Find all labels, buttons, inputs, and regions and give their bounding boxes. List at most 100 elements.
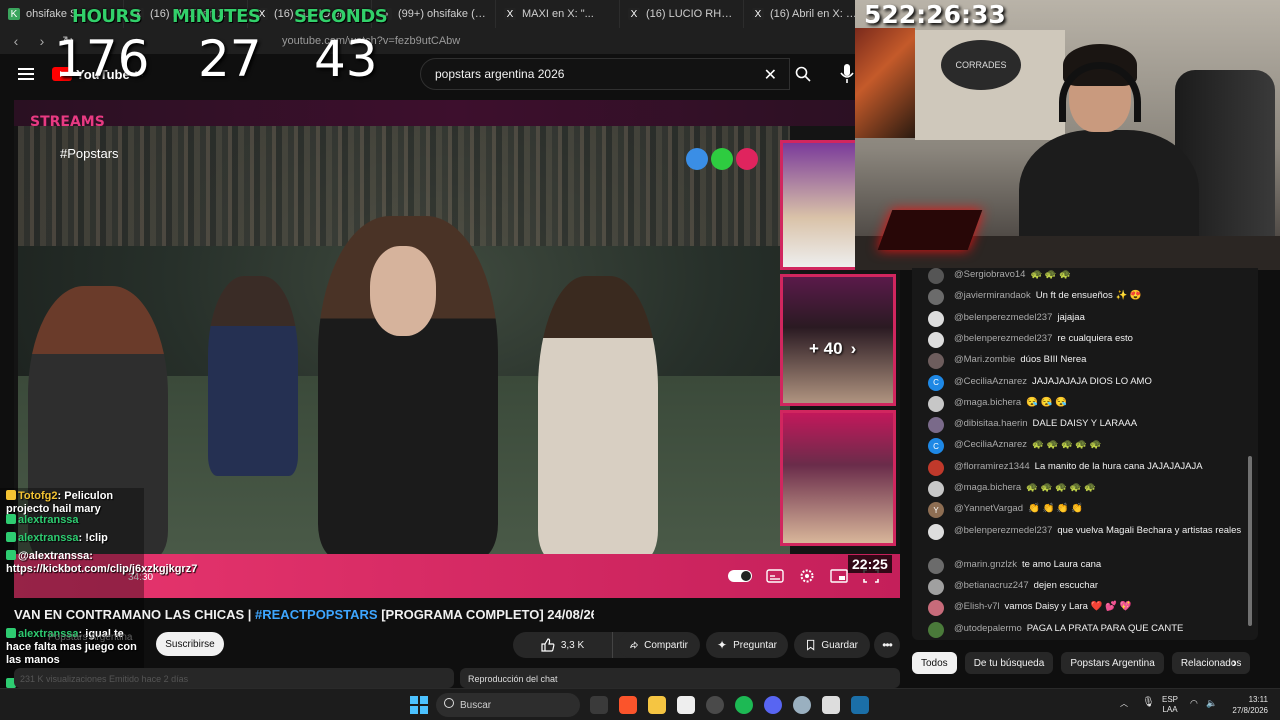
chat-text: La manito de la hura cana JAJAJAJAJA <box>1034 460 1203 472</box>
chat-avatar[interactable] <box>928 481 944 497</box>
chat-text: 😪 😪 😪 <box>1026 396 1067 408</box>
chat-author[interactable]: @belenperezmedel237 <box>954 312 1052 323</box>
minutes-label: MINUTES <box>172 6 261 27</box>
chat-message-body: @florramirez1344 La manito de la hura can… <box>954 460 1203 473</box>
filter-chip[interactable]: Todos <box>912 652 957 674</box>
chat-author[interactable]: @belenperezmedel237 <box>954 333 1052 344</box>
tray-microphone-icon[interactable]: 🎙 <box>1142 698 1155 708</box>
wifi-icon[interactable]: ◠ <box>1190 698 1198 708</box>
channel-name[interactable]: Popstars Argentina <box>48 632 133 643</box>
chat-avatar[interactable]: Y <box>928 502 944 519</box>
chat-author[interactable]: @maga.bichera <box>954 397 1021 408</box>
more-participants-label[interactable]: + 40 › <box>809 339 856 359</box>
miniplayer-icon[interactable] <box>830 568 848 584</box>
volume-icon[interactable]: 🔈 <box>1206 698 1217 708</box>
chat-scrollbar[interactable] <box>1248 456 1252 626</box>
chat-avatar[interactable] <box>928 395 944 412</box>
chat-author[interactable]: @maga.bichera <box>954 482 1021 493</box>
chrome-icon[interactable] <box>793 696 811 714</box>
chat-text: 👏 👏 👏 👏 <box>1027 503 1084 515</box>
chat-avatar[interactable] <box>928 417 944 434</box>
chat-author[interactable]: @javiermirandaok <box>954 290 1031 301</box>
woman-center-face <box>370 246 436 336</box>
chat-author[interactable]: @florramirez1344 <box>954 461 1030 472</box>
file-explorer-icon[interactable] <box>648 696 666 714</box>
tab-title: (16) Abril en X: "Tini ya <box>770 8 855 20</box>
chat-author[interactable]: @Sergiobravo14 <box>954 269 1025 280</box>
discord-icon[interactable] <box>764 696 782 714</box>
chat-avatar[interactable]: C <box>928 438 944 455</box>
chat-avatar[interactable] <box>928 621 944 638</box>
taskbar-clock[interactable]: 13:11 27/8/2026 <box>1222 694 1268 716</box>
chat-avatar[interactable] <box>928 578 944 595</box>
video-banner <box>14 100 900 126</box>
chat-author[interactable]: @Mari.zombie <box>954 354 1015 365</box>
like-button[interactable]: 3,3 K <box>513 632 613 658</box>
chips-next-icon[interactable]: › <box>1232 654 1237 670</box>
chat-author[interactable]: @CeciliaAznarez <box>954 439 1027 450</box>
video-title-hashtag[interactable]: #REACTPOPSTARS <box>255 607 378 622</box>
chat-text: 🐢 🐢 🐢 <box>1030 269 1072 280</box>
browser-tab[interactable]: X (16) Abril en X: "Tini ya <box>744 0 855 28</box>
obs-icon[interactable] <box>706 696 724 714</box>
chat-replay-bar[interactable]: Reproducción del chat <box>460 668 900 688</box>
chat-author[interactable]: @dibisitaa.haerin <box>954 418 1028 429</box>
share-button[interactable]: Compartir <box>618 632 700 658</box>
more-actions-button[interactable]: ••• <box>874 632 900 658</box>
tray-chevron-icon[interactable]: ︿ <box>1120 699 1128 709</box>
chat-avatar[interactable] <box>928 600 944 617</box>
chat-avatar[interactable] <box>928 310 944 327</box>
ask-button[interactable]: ✦ Preguntar <box>706 632 788 658</box>
chat-avatar[interactable] <box>928 459 944 476</box>
video-description-box[interactable]: 231 K visualizaciones Emitido hace 2 día… <box>14 668 454 688</box>
microphone-icon[interactable] <box>838 62 856 86</box>
video-title-suffix: [PROGRAMA COMPLETO] 24/08/26 <box>377 607 594 622</box>
video-title-text: VAN EN CONTRAMANO LAS CHICAS | <box>14 607 256 622</box>
chat-avatar[interactable] <box>928 268 944 284</box>
chat-author[interactable]: @utodepalermo <box>954 623 1022 634</box>
browser-tab[interactable]: ♪(99+) ohsifake (@ohsifake <box>372 0 496 28</box>
brave-icon[interactable] <box>619 696 637 714</box>
live-chat-panel[interactable]: @Sergiobravo14 🐢 🐢 🐢 @javiermirandaok Un ft… <box>912 268 1258 640</box>
task-view-icon[interactable] <box>590 696 608 714</box>
save-button[interactable]: Guardar <box>794 632 870 658</box>
chat-avatar[interactable] <box>928 289 944 306</box>
skull-app-icon[interactable] <box>822 696 840 714</box>
subscribe-button[interactable]: Suscribirse <box>156 632 224 656</box>
subtitles-icon[interactable] <box>766 568 784 584</box>
clear-search-icon[interactable]: ✕ <box>764 65 777 85</box>
chat-author[interactable]: @marin.gnzlzk <box>954 559 1017 570</box>
chevron-right-icon: › <box>850 339 857 358</box>
chat-avatar[interactable] <box>928 557 944 574</box>
chat-avatar[interactable] <box>928 331 944 348</box>
browser-tab[interactable]: X (16) LUCIO RHCP en <box>620 0 744 28</box>
chat-author[interactable]: @YannetVargad <box>954 503 1023 514</box>
chat-author[interactable]: @CeciliaAznarez <box>954 376 1027 387</box>
chat-avatar[interactable] <box>928 523 944 540</box>
steam-icon[interactable] <box>851 696 869 714</box>
filter-chip[interactable]: Popstars Argentina <box>1061 652 1164 674</box>
side-cam-2: + 40 › <box>780 274 896 406</box>
language-indicator[interactable]: ESP LAA <box>1162 695 1178 715</box>
chat-text: dúos BIII Nerea <box>1020 354 1087 366</box>
video-player[interactable]: STREAMS #Popstars + 40 › <box>14 100 900 598</box>
live-chat-message: @Elish-v7l vamos Daisy y Lara ❤️ 💕 💖 <box>928 600 1244 617</box>
settings-gear-icon[interactable] <box>798 568 816 584</box>
search-input[interactable]: popstars argentina 2026 ✕ <box>420 58 790 90</box>
browser-tab[interactable]: X MAXI en X: "... <box>496 0 620 28</box>
taskbar-search[interactable]: Buscar <box>436 693 580 717</box>
spotify-icon[interactable] <box>735 696 753 714</box>
autoplay-toggle[interactable] <box>728 570 752 582</box>
chat-author[interactable]: @Elish-v7l <box>954 601 1000 612</box>
filter-chip[interactable]: De tu búsqueda <box>964 652 1054 674</box>
chat-author[interactable]: @belenperezmedel237 <box>954 525 1052 536</box>
chat-avatar[interactable] <box>928 353 944 370</box>
chat-author[interactable]: @betianacruz247 <box>954 580 1029 591</box>
search-button[interactable] <box>786 58 820 90</box>
capcut-icon[interactable] <box>677 696 695 714</box>
filter-chip[interactable]: Relacionados <box>1171 652 1251 674</box>
chat-avatar[interactable]: C <box>928 374 944 391</box>
save-wrapper: Guardar <box>794 632 870 658</box>
windows-start-icon[interactable] <box>410 696 428 714</box>
chat-message-body: @belenperezmedel237 re cualquiera esto <box>954 332 1133 345</box>
